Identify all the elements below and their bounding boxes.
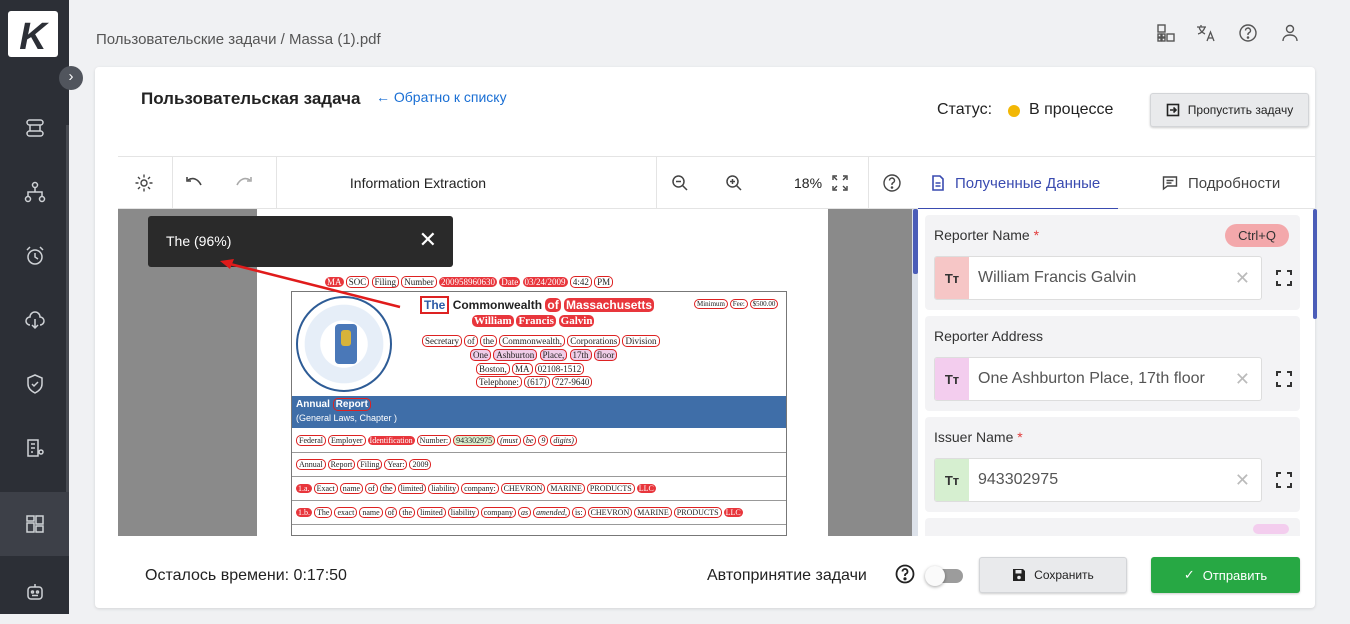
shield-check-icon <box>26 374 43 394</box>
document-viewer[interactable]: MA SOC Filing Number 200958960630 Date 0… <box>118 209 918 536</box>
back-to-list-link[interactable]: ← Обратно к списку <box>376 89 507 105</box>
checkmark-icon: ✓ <box>1183 567 1195 582</box>
workflow-icon <box>25 119 44 137</box>
exit-icon <box>1166 103 1180 117</box>
field-value: William Francis Galvin <box>978 269 1137 286</box>
zoom-out-icon[interactable] <box>668 171 692 195</box>
alarm-clock-icon <box>25 246 44 265</box>
send-label: Отправить <box>1202 567 1268 583</box>
skip-task-button[interactable]: Пропустить задачу <box>1150 93 1309 127</box>
zoom-in-icon[interactable] <box>722 171 746 195</box>
time-remaining: Осталось времени: 0:17:50 <box>145 567 347 584</box>
status-value: В процессе <box>1029 101 1114 118</box>
field-value: 943302975 <box>978 471 1059 488</box>
translate-icon[interactable] <box>1195 22 1217 44</box>
clear-icon[interactable]: ✕ <box>1235 268 1250 289</box>
sidebar-item-verification[interactable] <box>0 352 69 416</box>
sidebar-item-bots[interactable] <box>0 560 69 624</box>
robot-icon <box>26 584 43 600</box>
save-label: Сохранить <box>1034 568 1094 582</box>
field-issuer-name: Issuer Name * Tт 943302975 ✕ <box>925 417 1300 512</box>
sidebar-item-schedule[interactable] <box>0 224 69 288</box>
status-dot <box>1008 105 1020 117</box>
field-value: One Ashburton Place, 17th floor <box>978 370 1205 387</box>
field-partial-next <box>925 518 1300 536</box>
text-type-icon: Tт <box>935 358 969 400</box>
field-reporter-name: Reporter Name * Ctrl+Q Tт William Franci… <box>925 215 1300 310</box>
field-label: Issuer Name * <box>934 429 1023 445</box>
tab-details[interactable]: Подробности <box>1162 157 1280 209</box>
document-icon <box>932 175 944 191</box>
field-label: Reporter Address <box>934 328 1043 344</box>
extracted-fields-list[interactable]: Reporter Name * Ctrl+Q Tт William Franci… <box>918 209 1315 536</box>
floppy-disk-icon <box>1013 569 1026 581</box>
sidebar-item-documents[interactable] <box>0 416 69 480</box>
viewer-title: Information Extraction <box>349 175 487 191</box>
page-title: Пользовательская задача <box>141 89 361 108</box>
clear-icon[interactable]: ✕ <box>1235 369 1250 390</box>
auto-accept-label: Автопринятие задачи <box>707 567 867 584</box>
shortcut-badge: Ctrl+Q <box>1225 224 1289 247</box>
arrow-left-icon: ← <box>376 89 390 105</box>
app-logo[interactable]: K <box>8 11 58 57</box>
expand-icon[interactable] <box>1276 270 1292 286</box>
user-icon[interactable] <box>1279 22 1301 44</box>
send-button[interactable]: ✓ Отправить <box>1151 557 1300 593</box>
sidebar: K › <box>0 0 83 614</box>
breadcrumb[interactable]: Пользовательские задачи / Massa (1).pdf <box>96 31 381 48</box>
svg-text:K: K <box>19 16 49 57</box>
clear-icon[interactable]: ✕ <box>1235 470 1250 491</box>
help-circle-icon[interactable] <box>880 171 904 195</box>
auto-accept-toggle[interactable] <box>925 566 963 586</box>
viewer-toolbar: Information Extraction 18% <box>118 156 918 209</box>
text-type-icon: Tт <box>935 257 969 299</box>
comment-icon <box>1162 176 1178 191</box>
document-list-icon <box>26 439 44 457</box>
sidebar-item-workflows[interactable] <box>0 96 69 160</box>
back-link-label: Обратно к списку <box>393 89 507 105</box>
skip-task-label: Пропустить задачу <box>1187 103 1294 117</box>
expand-icon[interactable] <box>1276 472 1292 488</box>
field-reporter-address: Reporter Address Tт One Ashburton Place,… <box>925 316 1300 411</box>
tooltip-pointer-arrow <box>220 259 401 309</box>
help-circle-icon[interactable] <box>895 564 915 584</box>
sidebar-item-hierarchy[interactable] <box>0 160 69 224</box>
apps-icon[interactable] <box>1155 22 1177 44</box>
dashboard-grid-icon <box>25 515 44 533</box>
field-label: Reporter Name * <box>934 227 1040 243</box>
zoom-level: 18% <box>794 175 823 191</box>
save-button[interactable]: Сохранить <box>979 557 1127 593</box>
tab-extracted-data-label: Полученные Данные <box>955 174 1101 192</box>
hierarchy-icon <box>24 181 45 203</box>
cloud-download-icon <box>24 311 45 330</box>
redo-icon[interactable] <box>232 171 256 195</box>
sidebar-item-downloads[interactable] <box>0 288 69 352</box>
task-card: Пользовательская задача ← Обратно к спис… <box>95 67 1317 608</box>
sidebar-item-dashboard[interactable] <box>0 492 69 556</box>
tab-extracted-data[interactable]: Полученные Данные <box>917 157 1119 210</box>
help-icon[interactable] <box>1237 22 1259 44</box>
issuer-name-input[interactable]: Tт 943302975 ✕ <box>934 458 1262 502</box>
settings-gear-icon[interactable] <box>132 171 156 195</box>
top-bar: Пользовательские задачи / Massa (1).pdf <box>69 0 1350 66</box>
fit-screen-icon[interactable] <box>828 171 852 195</box>
fields-scrollbar[interactable] <box>1313 209 1317 319</box>
sidebar-expand-button[interactable]: › <box>59 66 83 90</box>
undo-icon[interactable] <box>182 171 206 195</box>
tab-details-label: Подробности <box>1188 174 1281 192</box>
status-label: Статус: <box>937 101 993 118</box>
expand-icon[interactable] <box>1276 371 1292 387</box>
right-panel-tabs: Полученные Данные Подробности <box>917 156 1315 210</box>
reporter-address-input[interactable]: Tт One Ashburton Place, 17th floor ✕ <box>934 357 1262 401</box>
text-type-icon: Tт <box>935 459 969 501</box>
reporter-name-input[interactable]: Tт William Francis Galvin ✕ <box>934 256 1262 300</box>
